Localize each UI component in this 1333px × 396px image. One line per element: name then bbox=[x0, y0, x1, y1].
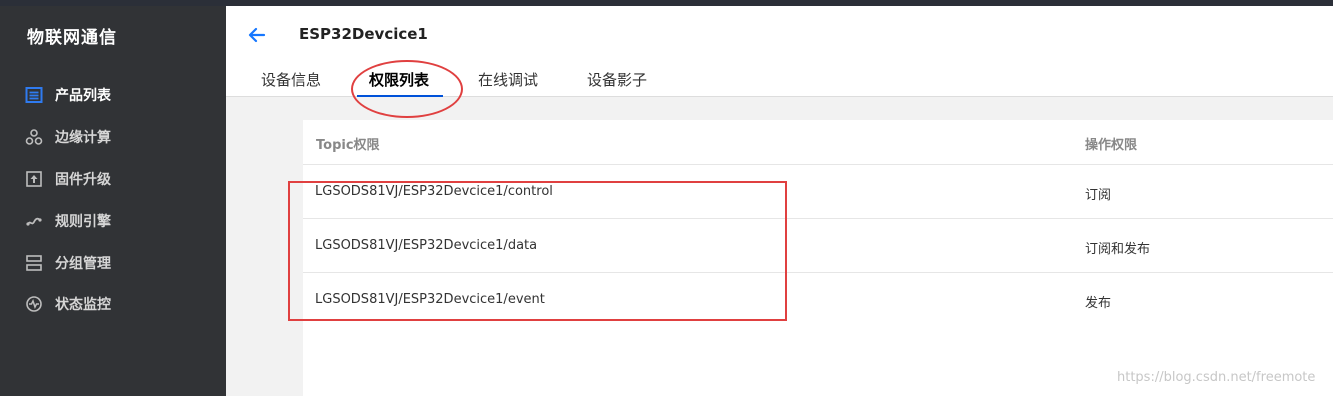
row-divider bbox=[303, 272, 1333, 273]
permission-table: Topic权限 操作权限 LGSODS81VJ/ESP32Devcice1/co… bbox=[303, 120, 1333, 396]
permission-cell: 订阅 bbox=[1085, 188, 1112, 203]
sidebar-item-label: 固件升级 bbox=[55, 172, 111, 188]
sidebar-item-firmware-upgrade[interactable]: 固件升级 bbox=[24, 167, 111, 191]
group-manage-icon bbox=[24, 253, 44, 273]
product-list-icon bbox=[24, 85, 44, 105]
tab-permission-list[interactable]: 权限列表 bbox=[369, 69, 429, 90]
brand-title: 物联网通信 bbox=[27, 28, 117, 48]
edge-compute-icon bbox=[24, 127, 44, 147]
page-header: ESP32Devcice1 设备信息 权限列表 在线调试 设备影子 bbox=[226, 6, 1333, 97]
tab-device-info[interactable]: 设备信息 bbox=[261, 69, 321, 90]
sidebar-item-status-monitor[interactable]: 状态监控 bbox=[24, 292, 111, 316]
back-arrow-icon[interactable] bbox=[246, 24, 268, 46]
rule-engine-icon bbox=[24, 211, 44, 231]
sidebar-item-label: 分组管理 bbox=[55, 256, 111, 272]
sidebar-item-product-list[interactable]: 产品列表 bbox=[24, 83, 111, 107]
sidebar-item-label: 状态监控 bbox=[55, 297, 111, 313]
page-title: ESP32Devcice1 bbox=[299, 25, 428, 43]
sidebar-item-group-manage[interactable]: 分组管理 bbox=[24, 251, 111, 275]
column-header-topic: Topic权限 bbox=[316, 138, 380, 153]
header-divider bbox=[303, 164, 1333, 165]
topic-cell: LGSODS81VJ/ESP32Devcice1/control bbox=[315, 184, 553, 199]
sidebar-item-label: 边缘计算 bbox=[55, 130, 111, 146]
active-tab-indicator bbox=[357, 95, 443, 97]
permission-cell: 订阅和发布 bbox=[1085, 242, 1151, 257]
firmware-upgrade-icon bbox=[24, 169, 44, 189]
watermark: https://blog.csdn.net/freemote bbox=[1117, 370, 1316, 385]
row-divider bbox=[303, 218, 1333, 219]
column-header-permission: 操作权限 bbox=[1085, 138, 1138, 153]
sidebar-item-rule-engine[interactable]: 规则引擎 bbox=[24, 209, 111, 233]
topic-cell: LGSODS81VJ/ESP32Devcice1/data bbox=[315, 238, 538, 253]
sidebar-item-edge-compute[interactable]: 边缘计算 bbox=[24, 125, 111, 149]
sidebar-item-label: 规则引擎 bbox=[55, 214, 111, 230]
tab-device-shadow[interactable]: 设备影子 bbox=[587, 69, 647, 90]
sidebar: 物联网通信 产品列表 边缘计算 固件升级 规则引擎 分组管理 状态监控 bbox=[0, 6, 226, 396]
status-monitor-icon bbox=[24, 294, 44, 314]
permission-cell: 发布 bbox=[1085, 296, 1112, 311]
topic-cell: LGSODS81VJ/ESP32Devcice1/event bbox=[315, 292, 545, 307]
tab-online-debug[interactable]: 在线调试 bbox=[478, 69, 538, 90]
sidebar-item-label: 产品列表 bbox=[55, 88, 111, 104]
